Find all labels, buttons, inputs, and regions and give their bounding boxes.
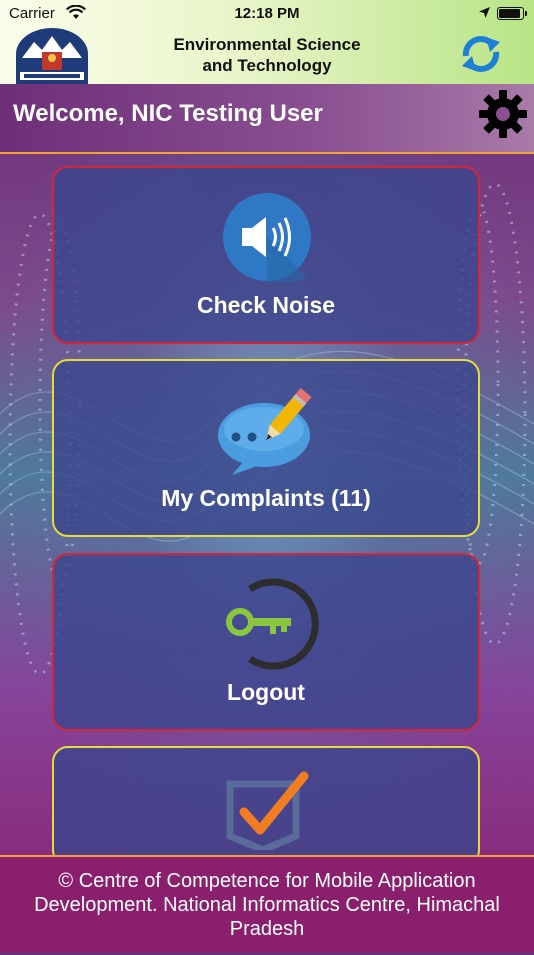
check-noise-label: Check Noise <box>196 292 336 318</box>
key-icon <box>220 577 320 676</box>
app-header: Carrier 12:18 PM Environmental Science a… <box>0 0 534 84</box>
logout-label: Logout <box>227 679 305 705</box>
copyright-text: © Centre of Competence for Mobile Applic… <box>34 870 500 940</box>
checkbox-icon <box>226 770 316 855</box>
battery-icon <box>497 7 527 20</box>
logout-button[interactable]: Logout <box>52 553 480 731</box>
welcome-text: Welcome, NIC Testing User <box>13 100 323 127</box>
speaker-icon <box>222 192 312 287</box>
himachal-pradesh-emblem-icon <box>14 28 90 84</box>
gear-icon[interactable] <box>477 88 529 140</box>
footer: © Centre of Competence for Mobile Applic… <box>0 855 534 952</box>
refresh-icon[interactable] <box>456 34 506 74</box>
check-noise-button[interactable]: Check Noise <box>52 166 480 344</box>
app-title-line-1: Environmental Science <box>173 35 361 54</box>
location-arrow-icon <box>478 6 491 23</box>
status-time: 12:18 PM <box>234 5 300 22</box>
my-complaints-label: My Complaints (11) <box>161 485 371 511</box>
status-bar: Carrier 12:18 PM <box>0 0 534 28</box>
chat-pencil-icon <box>214 385 324 482</box>
my-complaints-button[interactable]: My Complaints (11) <box>52 359 480 537</box>
menu-card-4[interactable] <box>52 746 480 866</box>
app-title: Environmental Science and Technology <box>140 34 394 76</box>
app-title-line-2: and Technology <box>202 56 332 75</box>
